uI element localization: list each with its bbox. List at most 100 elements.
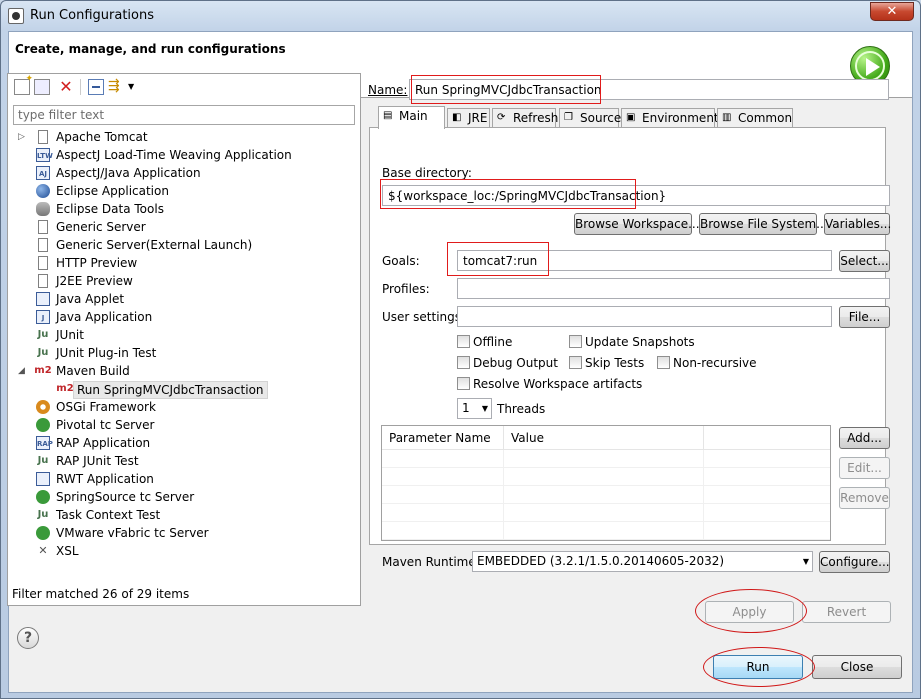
tree-item-label: Eclipse Application (56, 184, 169, 198)
view-menu-chevron-down-icon[interactable]: ▼ (128, 79, 144, 95)
tree-item[interactable]: VMware vFabric tc Server (12, 524, 356, 542)
close-window-button[interactable]: ✕ (870, 2, 914, 21)
file-button[interactable]: File... (839, 306, 890, 328)
delete-configuration-icon[interactable]: ✕ (58, 79, 74, 95)
tab-main[interactable]: ▤ Main (378, 106, 445, 129)
threads-select[interactable]: 1 ▼ (457, 398, 492, 419)
annotation-ellipse-run (703, 647, 815, 687)
osgi-icon (36, 400, 50, 414)
chevron-down-icon: ▼ (481, 404, 488, 413)
tab-source[interactable]: ❐ Source (559, 108, 621, 128)
task-context-icon: Ju (36, 508, 50, 522)
tree-item[interactable]: Generic Server(External Launch) (12, 236, 356, 254)
table-row[interactable] (382, 468, 830, 486)
skip-tests-checkbox[interactable]: Skip Tests (569, 356, 644, 370)
close-button[interactable]: Close (812, 655, 902, 679)
source-icon: ❐ (564, 112, 573, 123)
select-goals-button[interactable]: Select... (839, 250, 890, 272)
table-row[interactable] (382, 450, 830, 468)
tree-item-label: RAP JUnit Test (56, 454, 139, 468)
configuration-tree: ▷ Apache Tomcat LTW AspectJ Load-Time Weavi… (12, 128, 356, 560)
tab-label: Environment (642, 111, 719, 125)
tab-bar: ▤ Main ◧ JRE ⟳ Refresh ❐ Source ▣ Environment ▥ Com… (370, 106, 885, 129)
tree-item-label: Apache Tomcat (56, 130, 148, 144)
filter-input[interactable] (13, 105, 355, 125)
maven-runtime-select[interactable]: EMBEDDED (3.2.1/1.5.0.20140605-2032) ▼ (472, 551, 813, 572)
tree-item-label: RWT Application (56, 472, 154, 486)
tree-item[interactable]: Eclipse Application (12, 182, 356, 200)
tree-item[interactable]: OSGi Framework (12, 398, 356, 416)
tree-item[interactable]: Ju JUnit Plug-in Test (12, 344, 356, 362)
tree-item-label: AspectJ/Java Application (56, 166, 201, 180)
server-icon (38, 238, 48, 252)
junit-icon: Ju (36, 328, 50, 342)
pivotal-icon (36, 418, 50, 432)
add-parameter-button[interactable]: Add... (839, 427, 890, 449)
tree-item[interactable]: Eclipse Data Tools (12, 200, 356, 218)
icon-badge: Ju (37, 455, 49, 466)
table-row[interactable] (382, 504, 830, 522)
tree-item[interactable]: Java Applet (12, 290, 356, 308)
tree-item[interactable]: J2EE Preview (12, 272, 356, 290)
debug-output-checkbox[interactable]: Debug Output (457, 356, 558, 370)
expanded-arrow-icon[interactable]: ◢ (18, 362, 25, 380)
tree-item[interactable]: ◢ m2 Maven Build (12, 362, 356, 380)
resolve-workspace-checkbox[interactable]: Resolve Workspace artifacts (457, 377, 642, 391)
update-snapshots-checkbox[interactable]: Update Snapshots (569, 335, 695, 349)
tab-environment[interactable]: ▣ Environment (621, 108, 719, 128)
tree-item[interactable]: Generic Server (12, 218, 356, 236)
profiles-input[interactable] (457, 278, 890, 299)
tab-refresh[interactable]: ⟳ Refresh (492, 108, 558, 128)
edit-parameter-button[interactable]: Edit... (839, 457, 890, 479)
browse-workspace-button[interactable]: Browse Workspace... (574, 213, 700, 235)
column-header-value[interactable]: Value (504, 426, 704, 450)
tree-item-label: XSL (56, 544, 79, 558)
table-row[interactable] (382, 522, 830, 540)
configure-runtime-button[interactable]: Configure... (819, 551, 890, 573)
browse-file-system-button[interactable]: Browse File System... (699, 213, 828, 235)
help-icon[interactable]: ? (17, 627, 39, 649)
aj-icon: AJ (36, 166, 50, 180)
tree-item[interactable]: AJ AspectJ/Java Application (12, 164, 356, 182)
tree-item[interactable]: RWT Application (12, 470, 356, 488)
tree-item[interactable]: Ju Task Context Test (12, 506, 356, 524)
non-recursive-checkbox[interactable]: Non-recursive (657, 356, 757, 370)
tree-item[interactable]: LTW AspectJ Load-Time Weaving Application (12, 146, 356, 164)
tree-item[interactable]: RAP RAP Application (12, 434, 356, 452)
threads-label: Threads (497, 402, 546, 416)
tree-item-label: JUnit Plug-in Test (56, 346, 157, 360)
junit-plugin-icon: Ju (36, 346, 50, 360)
tree-item-label: Eclipse Data Tools (56, 202, 164, 216)
expand-arrow-icon[interactable]: ▷ (18, 128, 25, 146)
profiles-label: Profiles: (382, 282, 430, 296)
tree-item[interactable]: HTTP Preview (12, 254, 356, 272)
variables-button[interactable]: Variables... (824, 213, 891, 235)
tree-item[interactable]: Pivotal tc Server (12, 416, 356, 434)
tree-item[interactable]: ▷ Apache Tomcat (12, 128, 356, 146)
tree-item[interactable]: Ju JUnit (12, 326, 356, 344)
annotation-rectangle-base-directory (380, 179, 636, 209)
tree-item[interactable]: ✕ XSL (12, 542, 356, 560)
tree-child-item[interactable]: m2 Run SpringMVCJdbcTransaction (12, 380, 356, 399)
filter-icon[interactable]: ⇶ (108, 79, 124, 95)
chevron-down-icon: ▼ (802, 557, 809, 566)
revert-button[interactable]: Revert (802, 601, 891, 623)
tab-jre[interactable]: ◧ JRE (447, 108, 490, 128)
tree-item[interactable]: Ju RAP JUnit Test (12, 452, 356, 470)
tree-item[interactable]: SpringSource tc Server (12, 488, 356, 506)
parameters-table[interactable]: Parameter Name Value (381, 425, 831, 541)
server-icon (38, 256, 48, 270)
table-row[interactable] (382, 486, 830, 504)
collapse-all-icon[interactable] (88, 79, 104, 95)
user-settings-input[interactable] (457, 306, 832, 327)
remove-parameter-button[interactable]: Remove (839, 487, 890, 509)
tree-item-label: Maven Build (56, 364, 130, 378)
column-header-parameter-name[interactable]: Parameter Name (382, 426, 504, 450)
new-configuration-icon[interactable] (14, 74, 33, 95)
duplicate-configuration-icon[interactable] (34, 79, 50, 95)
list-toolbar: ✕ ⇶ ▼ (10, 74, 350, 98)
user-settings-label: User settings: (382, 310, 466, 324)
tab-common[interactable]: ▥ Common (717, 108, 793, 128)
offline-checkbox[interactable]: Offline (457, 335, 512, 349)
tree-item[interactable]: J Java Application (12, 308, 356, 326)
